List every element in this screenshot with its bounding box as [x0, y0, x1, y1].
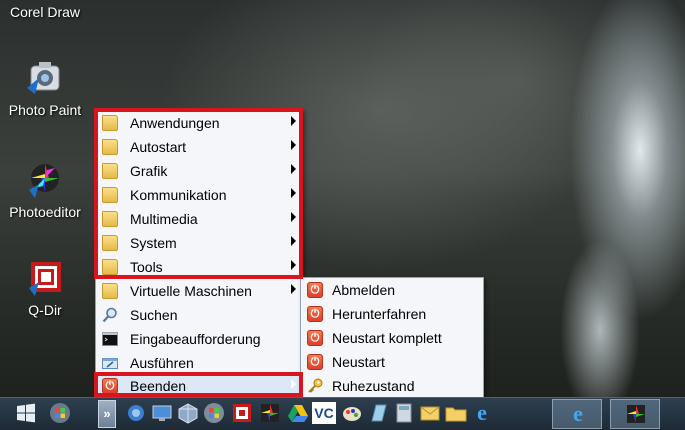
submenu-arrow-icon — [291, 236, 296, 246]
network-icon[interactable] — [124, 401, 148, 425]
desktop-icon-photo-paint[interactable]: Photo Paint — [0, 58, 90, 118]
menu-item-label: Anwendungen — [130, 115, 220, 131]
submenu-arrow-icon — [291, 188, 296, 198]
folder-icon — [102, 283, 118, 299]
desktop-icon-label: Q-Dir — [28, 302, 62, 318]
menu-item-neustart[interactable]: ⏻ Neustart — [301, 350, 483, 374]
calculator-icon[interactable] — [392, 401, 416, 425]
photoeditor-icon — [29, 164, 59, 198]
svg-text:e: e — [477, 401, 487, 425]
menu-item-label: System — [130, 235, 177, 251]
menu-item-label: Abmelden — [332, 282, 396, 298]
menu-item-label: Virtuelle Maschinen — [130, 283, 252, 299]
explorer-folder-icon[interactable] — [444, 401, 468, 425]
menu-item-label: Ausführen — [130, 355, 194, 371]
command-prompt-icon — [102, 332, 118, 346]
menu-item-label: Multimedia — [130, 211, 198, 227]
desktop-icon-label: Photo Paint — [8, 102, 82, 118]
menu-item-label: Kommunikation — [130, 187, 227, 203]
menu-item-abmelden[interactable]: ⏻ Abmelden — [301, 278, 483, 302]
windows7-orb-icon[interactable] — [48, 401, 72, 425]
submenu-arrow-icon — [291, 379, 296, 389]
desktop-icon-q-dir[interactable]: Q-Dir — [0, 258, 90, 318]
power-icon: ⏻ — [307, 282, 323, 298]
menu-item-label: Eingabeaufforderung — [130, 331, 261, 347]
desktop-icon-label: Photoeditor — [9, 204, 81, 220]
power-icon: ⏻ — [307, 354, 323, 370]
folder-icon — [102, 211, 118, 227]
taskbar-button-internet-explorer[interactable]: e — [552, 399, 602, 429]
svg-text:e: e — [573, 402, 583, 426]
google-drive-icon[interactable] — [286, 401, 310, 425]
menu-item-ausfuehren[interactable]: Ausführen — [96, 351, 302, 375]
photoeditor-icon[interactable] — [258, 401, 282, 425]
magnifier-icon — [102, 307, 117, 323]
submenu-arrow-icon — [291, 140, 296, 150]
folder-icon — [102, 187, 118, 203]
submenu-arrow-icon — [291, 260, 296, 270]
menu-item-label: Neustart komplett — [332, 330, 442, 346]
windows-orb-icon[interactable] — [202, 401, 226, 425]
submenu-arrow-icon — [291, 284, 296, 294]
menu-item-ruhezustand[interactable]: Ruhezustand — [301, 374, 483, 398]
power-icon: ⏻ — [307, 306, 323, 322]
start-menu: Anwendungen Autostart Grafik Kommunikati… — [95, 109, 303, 399]
internet-explorer-active-icon: e — [573, 402, 583, 426]
taskbar: » VC e e — [0, 397, 685, 430]
virtualbox-icon[interactable] — [176, 401, 200, 425]
run-icon — [102, 358, 118, 369]
menu-item-tools[interactable]: Tools — [96, 255, 302, 279]
key-icon — [308, 378, 323, 393]
veracrypt-icon[interactable]: VC — [312, 402, 336, 424]
menu-item-grafik[interactable]: Grafik — [96, 159, 302, 183]
menu-item-neustart-komplett[interactable]: ⏻ Neustart komplett — [301, 326, 483, 350]
power-icon: ⏻ — [307, 330, 323, 346]
menu-item-virtuelle-maschinen[interactable]: Virtuelle Maschinen — [96, 279, 302, 303]
menu-item-autostart[interactable]: Autostart — [96, 135, 302, 159]
desktop-icon-photoeditor[interactable]: Photoeditor — [0, 160, 90, 220]
windows-start-icon[interactable] — [14, 401, 38, 425]
paint-icon[interactable] — [340, 401, 364, 425]
menu-item-label: Autostart — [130, 139, 187, 155]
taskbar-button-photoeditor[interactable] — [610, 399, 660, 429]
folder-icon — [102, 139, 118, 155]
submenu-arrow-icon — [291, 164, 296, 174]
menu-item-kommunikation[interactable]: Kommunikation — [96, 183, 302, 207]
q-dir-icon[interactable] — [230, 401, 254, 425]
computer-icon[interactable] — [150, 401, 174, 425]
menu-item-anwendungen[interactable]: Anwendungen — [96, 111, 302, 135]
photo-paint-icon — [27, 62, 60, 94]
menu-item-label: Grafik — [130, 163, 168, 179]
power-icon: ⏻ — [102, 378, 118, 394]
notepad-icon[interactable] — [366, 401, 390, 425]
menu-item-herunterfahren[interactable]: ⏻ Herunterfahren — [301, 302, 483, 326]
menu-item-label: Ruhezustand — [332, 378, 415, 394]
desktop-icon-corel-draw[interactable]: Corel Draw — [0, 4, 90, 20]
folder-icon — [102, 163, 118, 179]
mail-icon[interactable] — [418, 401, 442, 425]
menu-item-label: Tools — [130, 259, 163, 275]
folder-icon — [102, 235, 118, 251]
chevron-expand-icon[interactable]: » — [98, 400, 116, 428]
menu-item-system[interactable]: System — [96, 231, 302, 255]
folder-icon — [102, 259, 118, 275]
photoeditor-active-icon — [627, 405, 645, 423]
menu-item-label: Suchen — [130, 307, 178, 323]
submenu-arrow-icon — [291, 116, 296, 126]
menu-item-label: Beenden — [130, 378, 187, 394]
menu-item-label: Herunterfahren — [332, 306, 427, 322]
folder-icon — [102, 115, 118, 131]
menu-item-beenden[interactable]: ⏻ Beenden — [96, 374, 302, 398]
internet-explorer-icon[interactable]: e — [470, 401, 494, 425]
desktop-icon-label: Corel Draw — [9, 4, 80, 20]
menu-item-suchen[interactable]: Suchen — [96, 303, 302, 327]
shutdown-submenu: ⏻ Abmelden ⏻ Herunterfahren ⏻ Neustart k… — [300, 277, 484, 399]
menu-item-eingabeaufforderung[interactable]: Eingabeaufforderung — [96, 327, 302, 351]
submenu-arrow-icon — [291, 212, 296, 222]
menu-item-multimedia[interactable]: Multimedia — [96, 207, 302, 231]
q-dir-icon — [29, 262, 61, 296]
menu-item-label: Neustart — [332, 354, 385, 370]
